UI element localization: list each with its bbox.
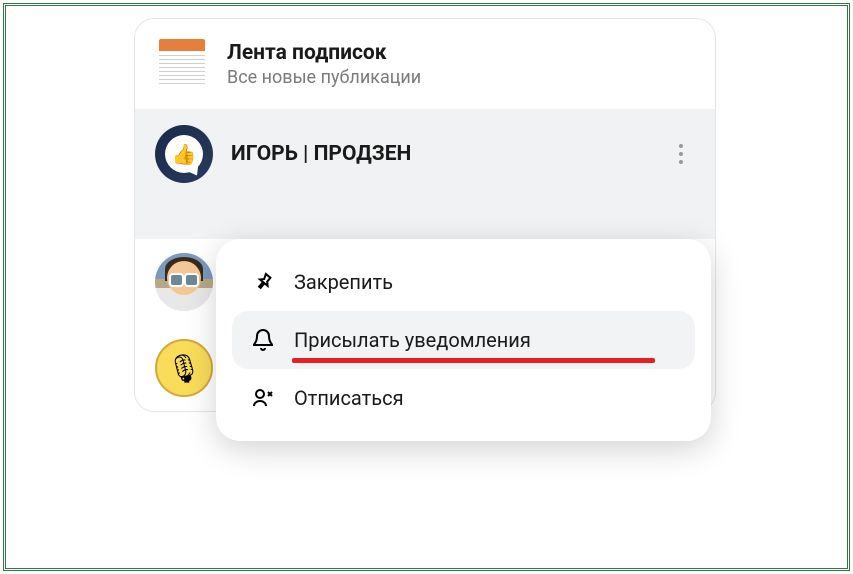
app-frame: Лента подписок Все новые публикации 👍 ИГ… (3, 3, 850, 571)
unsubscribe-icon (250, 385, 276, 411)
channel-avatar (155, 253, 213, 311)
feed-subtitle: Все новые публикации (227, 67, 421, 88)
pin-icon (250, 269, 276, 295)
menu-item-pin[interactable]: Закрепить (232, 253, 695, 311)
thumbs-up-icon: 👍 (172, 142, 197, 166)
feed-thumbnail-icon (155, 37, 209, 91)
feed-header[interactable]: Лента подписок Все новые публикации (135, 19, 715, 109)
channel-name: ИГОРЬ | ПРОДЗЕН (231, 142, 653, 166)
more-options-button[interactable] (671, 136, 691, 172)
feed-header-text: Лента подписок Все новые публикации (227, 41, 421, 88)
bell-icon (250, 327, 276, 353)
feed-title: Лента подписок (227, 41, 421, 65)
context-menu: Закрепить Присылать уведомления Отписать… (216, 239, 711, 441)
highlight-underline (292, 358, 655, 363)
channel-avatar: 🎙 (155, 339, 213, 397)
channel-row-active[interactable]: 👍 ИГОРЬ | ПРОДЗЕН (135, 109, 715, 239)
microphone-icon: 🎙 (166, 352, 202, 385)
menu-item-label: Присылать уведомления (294, 328, 531, 352)
menu-item-unsubscribe[interactable]: Отписаться (232, 369, 695, 427)
channel-avatar: 👍 (155, 125, 213, 183)
menu-item-label: Отписаться (294, 386, 404, 410)
thumbs-up-bubble-icon: 👍 (165, 135, 203, 173)
menu-item-notifications[interactable]: Присылать уведомления (232, 311, 695, 369)
menu-item-label: Закрепить (294, 270, 393, 294)
